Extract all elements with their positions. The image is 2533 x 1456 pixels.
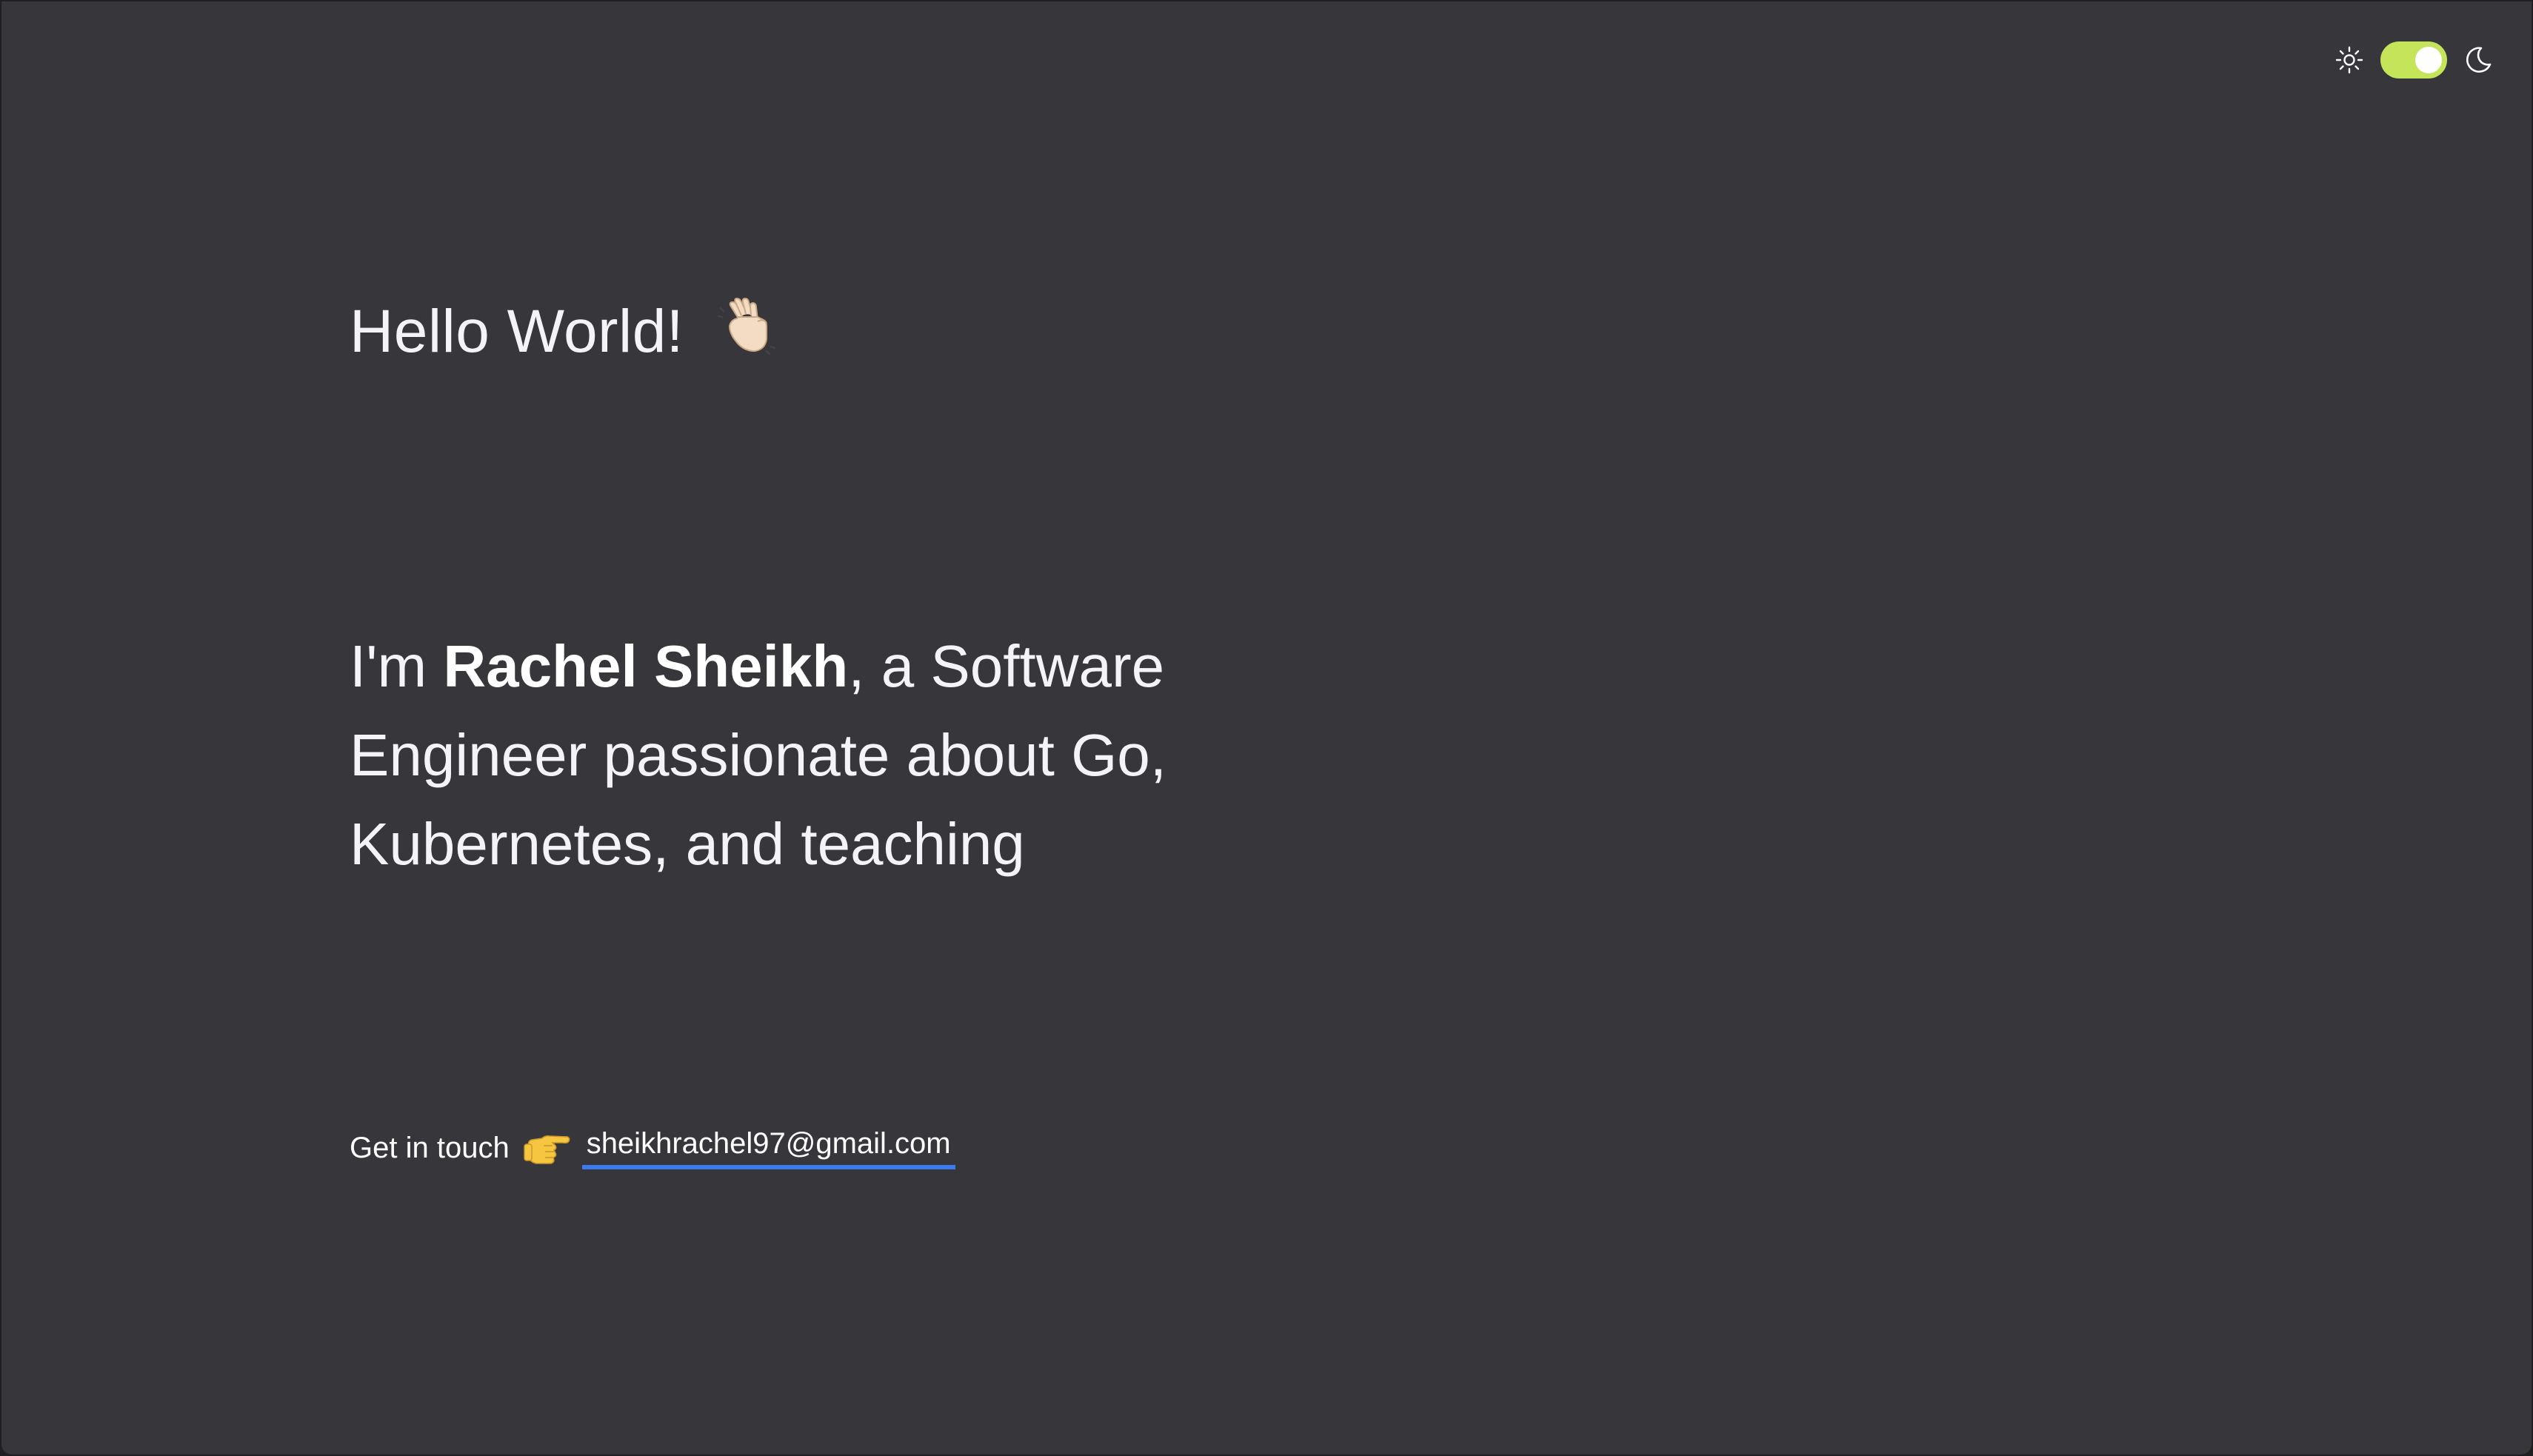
greeting: Hello World! [350,297,780,365]
email-link[interactable]: sheikhrachel97@gmail.com [581,1127,955,1169]
waving-hand-icon [718,297,776,355]
switch-knob [2415,47,2442,73]
theme-switch[interactable] [2380,41,2447,79]
portfolio-page: Hello World! I'm Rachel Sheikh, a Softwa… [1,1,2532,1455]
contact-row: Get in touch sheikhrachel97@gmail.com [350,1127,955,1169]
sun-icon [2335,46,2363,74]
contact-label: Get in touch [350,1132,510,1164]
intro-paragraph: I'm Rachel Sheikh, a Software Engineer p… [350,622,1401,889]
moon-icon [2466,47,2492,73]
pointing-right-icon [523,1135,570,1164]
theme-toggle[interactable] [2335,41,2493,79]
owner-name: Rachel Sheikh [443,633,849,699]
intro-prefix: I'm [350,633,444,699]
greeting-text: Hello World! [350,298,684,365]
